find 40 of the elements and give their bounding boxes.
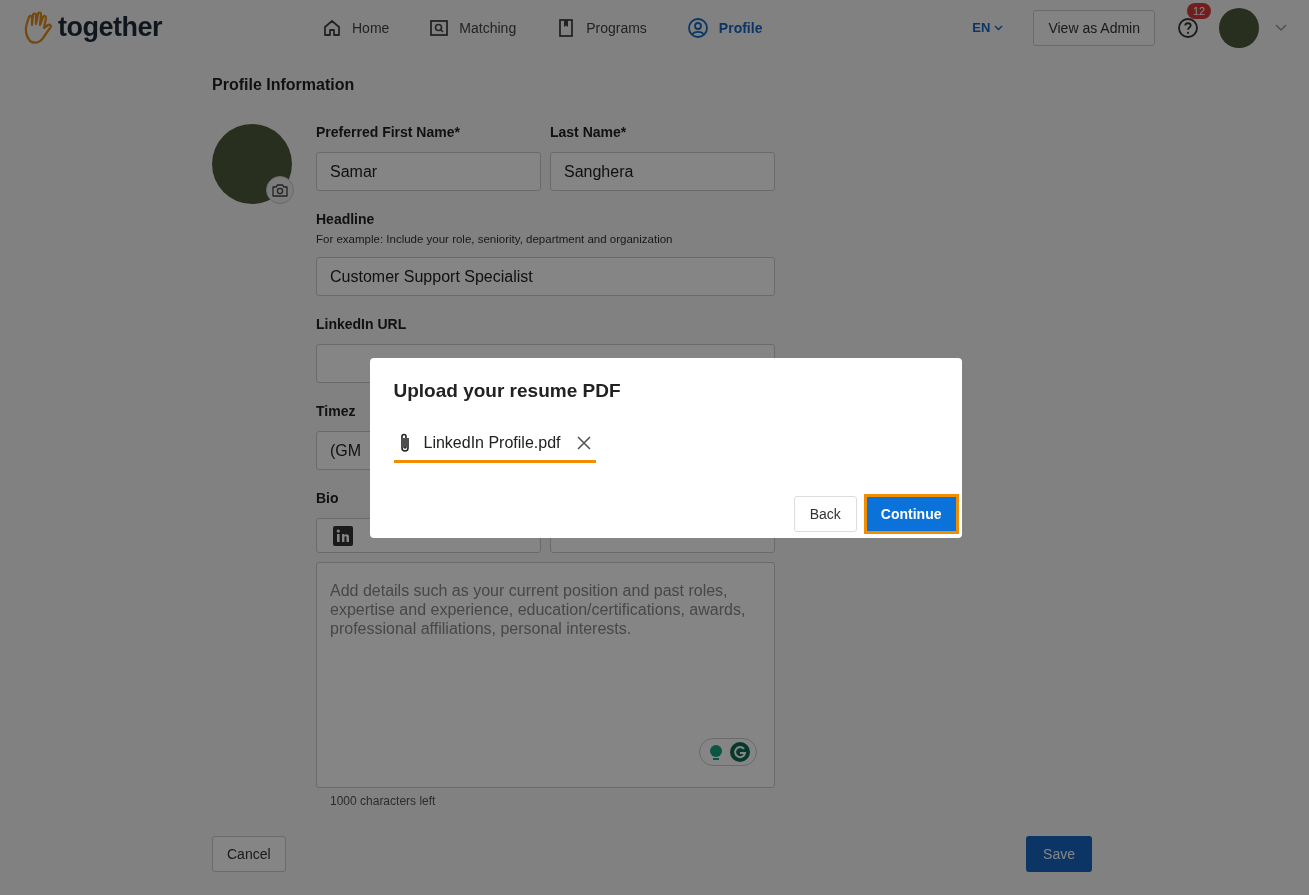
back-button[interactable]: Back	[793, 495, 857, 532]
field-label: Last Name*	[550, 124, 628, 140]
language-selector[interactable]: EN	[966, 19, 1010, 36]
nav-link[interactable]: Programs	[556, 16, 647, 39]
field-label: Preferred First Name*	[316, 124, 461, 140]
search-card-icon	[429, 17, 450, 38]
chevron-down-icon	[994, 24, 1004, 31]
avatar[interactable]	[1219, 7, 1259, 48]
field-hint: For example: Include your role, seniority, department and organization	[316, 233, 674, 245]
field-label: LinkedIn URL	[316, 316, 408, 332]
nav-link[interactable]: Home	[322, 16, 390, 39]
dialog-title: Upload your resume PDF	[393, 379, 622, 402]
continue-button[interactable]: Continue	[866, 496, 956, 531]
page-title: Profile Information	[212, 76, 356, 94]
chevron-down-icon[interactable]	[1275, 23, 1287, 32]
headline-field[interactable]: Customer Support Specialist	[316, 257, 775, 296]
bio-textarea[interactable]: Add details such as your current position and past roles, expertise and experience, education/certifications, awards, professional affiliations, personal interests.	[316, 562, 775, 788]
last-name-field[interactable]: Sanghera	[550, 152, 775, 191]
save-button[interactable]: Save	[1026, 836, 1092, 872]
close-icon[interactable]	[576, 434, 593, 451]
notification-badge: 12	[1187, 2, 1212, 19]
field-label: Timez	[316, 403, 357, 419]
linkedin-icon	[333, 525, 353, 546]
home-icon	[322, 17, 342, 38]
camera-button[interactable]	[266, 176, 294, 204]
writing-assistant-widget[interactable]	[699, 738, 757, 766]
view-as-admin-button[interactable]: View as Admin	[1033, 9, 1155, 46]
help-icon[interactable]	[1177, 16, 1199, 39]
character-counter: 1000 characters left	[330, 794, 437, 808]
cancel-button[interactable]: Cancel	[212, 836, 286, 872]
field-label: Headline	[316, 211, 376, 227]
nav-link[interactable]: Matching	[429, 16, 517, 39]
field-label: Bio	[316, 490, 340, 506]
file-name: LinkedIn Profile.pdf	[423, 433, 561, 452]
nav-link[interactable]: Profile	[686, 16, 763, 39]
user-circle-icon	[686, 16, 709, 39]
hand-logo-icon	[22, 10, 54, 45]
camera-icon	[272, 183, 288, 197]
first-name-field[interactable]: Samar	[316, 152, 541, 191]
logo-wordmark[interactable]: together	[58, 12, 162, 43]
